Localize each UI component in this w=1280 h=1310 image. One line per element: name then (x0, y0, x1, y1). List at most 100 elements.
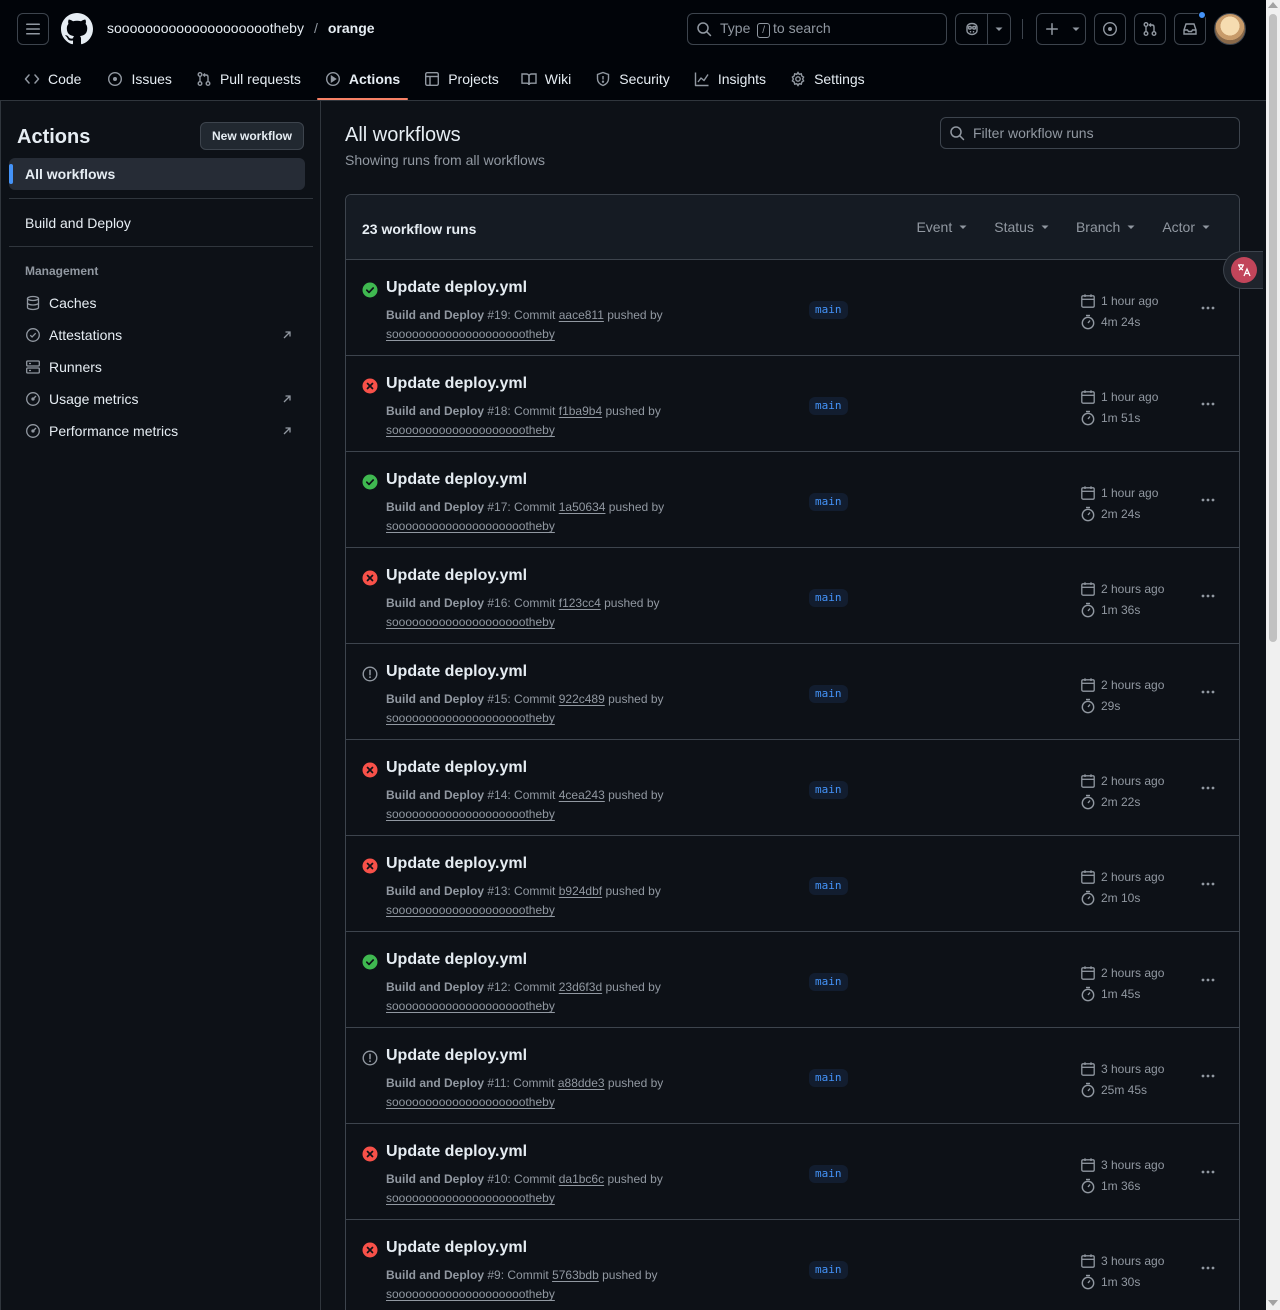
run-menu-button[interactable] (1194, 776, 1222, 800)
actor-link[interactable]: sooooooooooooooooooootheby (386, 615, 555, 629)
filter-workflow-runs[interactable] (940, 117, 1240, 149)
table-row[interactable]: Update deploy.yml Build and Deploy #16: … (346, 548, 1239, 644)
run-title[interactable]: Update deploy.yml (386, 375, 527, 393)
sidebar-item-build-and-deploy[interactable]: Build and Deploy (9, 207, 305, 239)
run-menu-button[interactable] (1194, 1064, 1222, 1088)
actor-link[interactable]: sooooooooooooooooooootheby (386, 999, 555, 1013)
status-filter-dropdown[interactable]: Status (994, 219, 1050, 235)
actor-filter-dropdown[interactable]: Actor (1162, 219, 1211, 235)
run-menu-button[interactable] (1194, 392, 1222, 416)
branch-badge[interactable]: main (809, 685, 848, 703)
run-title[interactable]: Update deploy.yml (386, 1143, 527, 1161)
branch-badge[interactable]: main (809, 589, 848, 607)
create-new-button[interactable] (1036, 13, 1086, 45)
commit-sha-link[interactable]: f123cc4 (559, 596, 601, 610)
actor-link[interactable]: sooooooooooooooooooootheby (386, 1095, 555, 1109)
sidebar-item-attestations[interactable]: Attestations (9, 319, 305, 351)
actor-link[interactable]: sooooooooooooooooooootheby (386, 519, 555, 533)
commit-sha-link[interactable]: 1a50634 (559, 500, 606, 514)
run-menu-button[interactable] (1194, 1256, 1222, 1280)
github-logo-icon[interactable] (61, 13, 93, 45)
commit-sha-link[interactable]: f1ba9b4 (559, 404, 602, 418)
branch-badge[interactable]: main (809, 493, 848, 511)
avatar[interactable] (1214, 13, 1246, 45)
actor-link[interactable]: sooooooooooooooooooootheby (386, 807, 555, 821)
run-menu-button[interactable] (1194, 488, 1222, 512)
tab-actions[interactable]: Actions (316, 58, 409, 100)
table-row[interactable]: Update deploy.yml Build and Deploy #9: C… (346, 1220, 1239, 1310)
sidebar-item-all-workflows[interactable]: All workflows (9, 158, 305, 190)
search-input[interactable]: Type / to search (687, 13, 947, 45)
tab-insights[interactable]: Insights (686, 58, 774, 100)
table-row[interactable]: Update deploy.yml Build and Deploy #14: … (346, 740, 1239, 836)
pull-requests-button[interactable] (1134, 13, 1166, 45)
tab-code[interactable]: Code (16, 58, 89, 100)
table-row[interactable]: Update deploy.yml Build and Deploy #18: … (346, 356, 1239, 452)
tab-issues[interactable]: Issues (99, 58, 179, 100)
table-row[interactable]: Update deploy.yml Build and Deploy #17: … (346, 452, 1239, 548)
copilot-icon[interactable] (956, 14, 987, 44)
run-title[interactable]: Update deploy.yml (386, 471, 527, 489)
run-title[interactable]: Update deploy.yml (386, 663, 527, 681)
table-row[interactable]: Update deploy.yml Build and Deploy #10: … (346, 1124, 1239, 1220)
branch-badge[interactable]: main (809, 1069, 848, 1087)
run-title[interactable]: Update deploy.yml (386, 1239, 527, 1257)
branch-filter-dropdown[interactable]: Branch (1076, 219, 1136, 235)
scrollbar-thumb[interactable] (1269, 14, 1277, 642)
scroll-down-arrow[interactable] (1268, 1300, 1278, 1306)
commit-sha-link[interactable]: a88dde3 (558, 1076, 605, 1090)
run-title[interactable]: Update deploy.yml (386, 1047, 527, 1065)
commit-sha-link[interactable]: 4cea243 (559, 788, 605, 802)
branch-badge[interactable]: main (809, 781, 848, 799)
new-workflow-button[interactable]: New workflow (200, 122, 304, 150)
branch-badge[interactable]: main (809, 397, 848, 415)
commit-sha-link[interactable]: aace811 (559, 308, 604, 322)
triangle-down-icon[interactable] (988, 14, 1010, 44)
table-row[interactable]: Update deploy.yml Build and Deploy #11: … (346, 1028, 1239, 1124)
sidebar-item-performance-metrics[interactable]: Performance metrics (9, 415, 305, 447)
run-menu-button[interactable] (1194, 872, 1222, 896)
branch-badge[interactable]: main (809, 301, 848, 319)
run-menu-button[interactable] (1194, 680, 1222, 704)
issues-button[interactable] (1094, 13, 1126, 45)
branch-badge[interactable]: main (809, 1165, 848, 1183)
tab-settings[interactable]: Settings (782, 58, 873, 100)
sidebar-item-usage-metrics[interactable]: Usage metrics (9, 383, 305, 415)
sidebar-item-caches[interactable]: Caches (9, 287, 305, 319)
actor-link[interactable]: sooooooooooooooooooootheby (386, 423, 555, 437)
commit-sha-link[interactable]: 5763bdb (552, 1268, 599, 1282)
commit-sha-link[interactable]: 922c489 (559, 692, 605, 706)
breadcrumb-repo[interactable]: orange (328, 20, 375, 36)
actor-link[interactable]: sooooooooooooooooooootheby (386, 1191, 555, 1205)
actor-link[interactable]: sooooooooooooooooooootheby (386, 1287, 555, 1301)
breadcrumb-owner[interactable]: sooooooooooooooooooootheby (107, 20, 304, 36)
filter-input[interactable] (973, 125, 1223, 141)
sidebar-item-runners[interactable]: Runners (9, 351, 305, 383)
branch-badge[interactable]: main (809, 877, 848, 895)
tab-security[interactable]: Security (587, 58, 678, 100)
table-row[interactable]: Update deploy.yml Build and Deploy #19: … (346, 260, 1239, 356)
table-row[interactable]: Update deploy.yml Build and Deploy #13: … (346, 836, 1239, 932)
actor-link[interactable]: sooooooooooooooooooootheby (386, 711, 555, 725)
branch-badge[interactable]: main (809, 1261, 848, 1279)
run-menu-button[interactable] (1194, 296, 1222, 320)
table-row[interactable]: Update deploy.yml Build and Deploy #15: … (346, 644, 1239, 740)
translate-extension-button[interactable] (1223, 251, 1263, 289)
run-title[interactable]: Update deploy.yml (386, 855, 527, 873)
tab-projects[interactable]: Projects (416, 58, 507, 100)
commit-sha-link[interactable]: 23d6f3d (559, 980, 602, 994)
tab-wiki[interactable]: Wiki (513, 58, 579, 100)
scroll-up-arrow[interactable] (1268, 2, 1278, 8)
copilot-button[interactable] (955, 13, 1011, 45)
commit-sha-link[interactable]: da1bc6c (559, 1172, 604, 1186)
event-filter-dropdown[interactable]: Event (916, 219, 968, 235)
tab-pull-requests[interactable]: Pull requests (188, 58, 309, 100)
menu-button[interactable] (17, 13, 49, 45)
branch-badge[interactable]: main (809, 973, 848, 991)
run-menu-button[interactable] (1194, 968, 1222, 992)
run-title[interactable]: Update deploy.yml (386, 951, 527, 969)
run-title[interactable]: Update deploy.yml (386, 567, 527, 585)
table-row[interactable]: Update deploy.yml Build and Deploy #12: … (346, 932, 1239, 1028)
run-title[interactable]: Update deploy.yml (386, 279, 527, 297)
run-menu-button[interactable] (1194, 584, 1222, 608)
